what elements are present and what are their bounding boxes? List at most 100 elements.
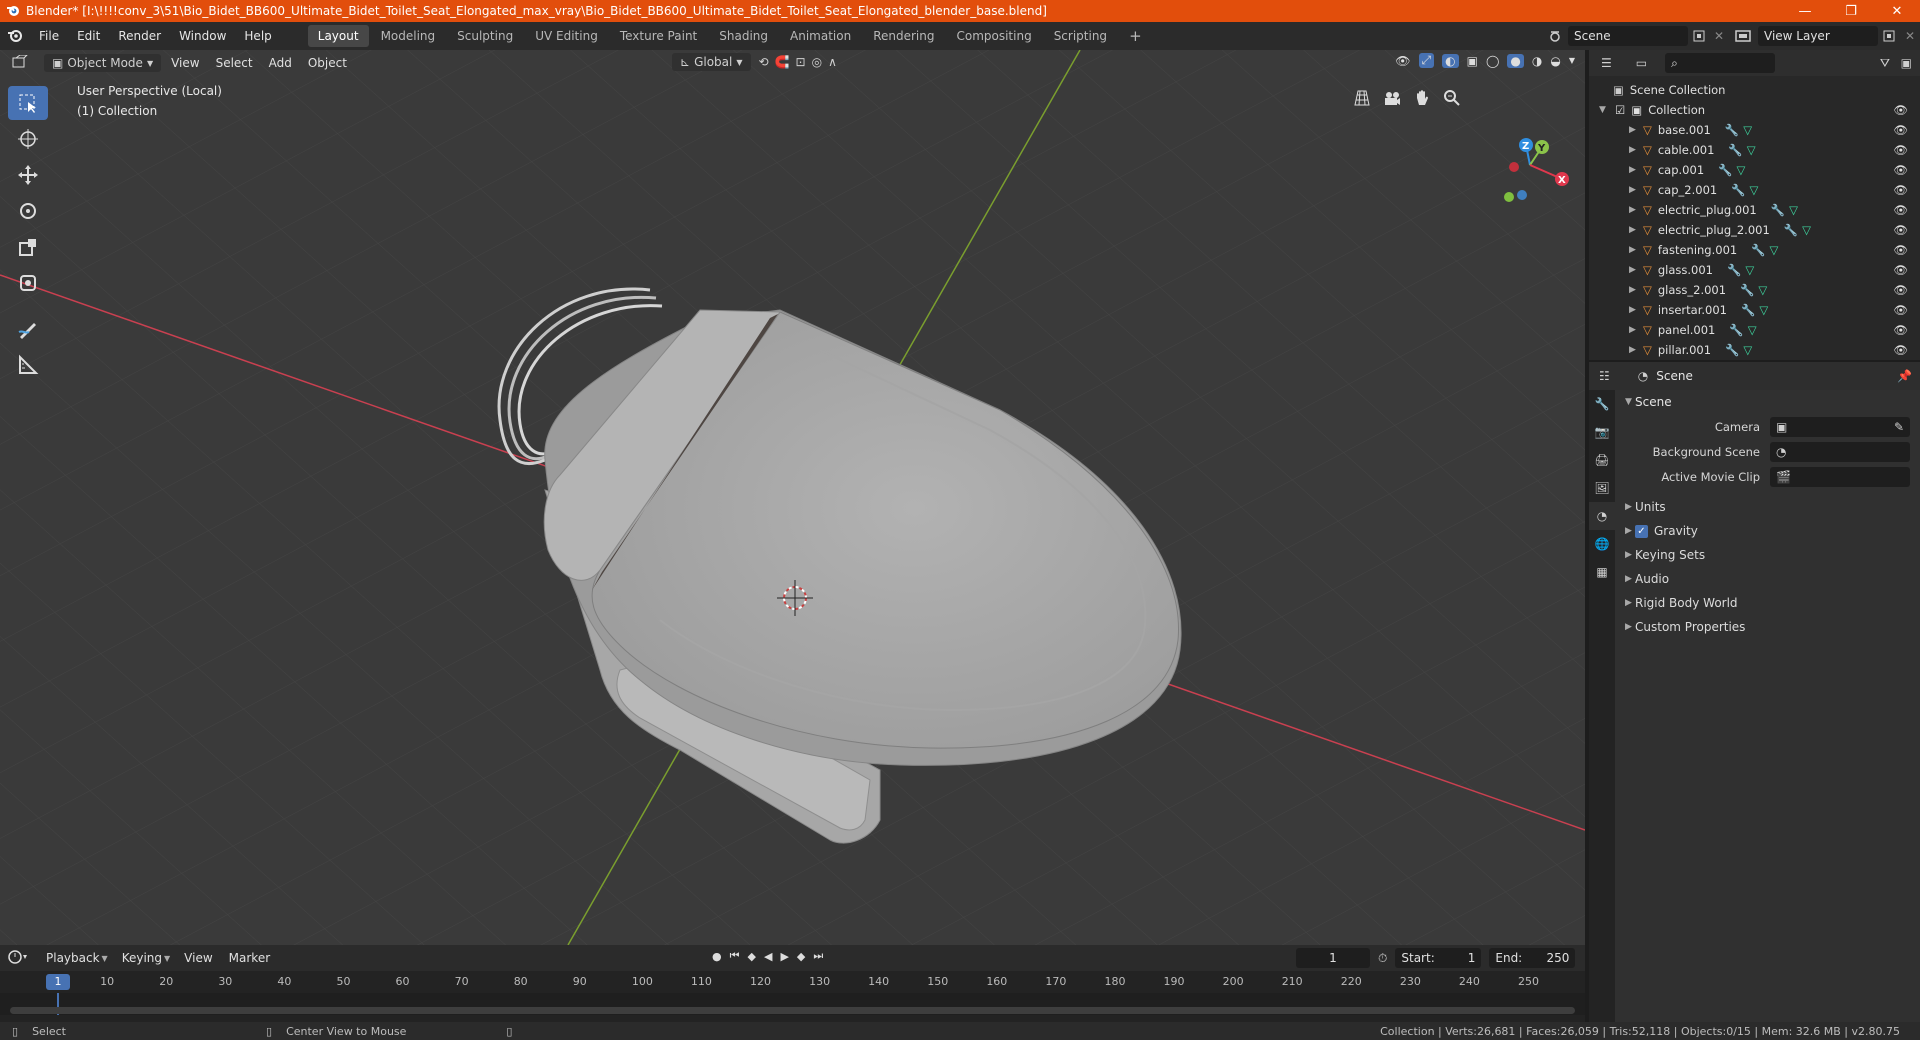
modifier-icon[interactable]: 🔧	[1725, 123, 1739, 137]
mesh-data-icon[interactable]: ▽	[1747, 143, 1756, 157]
rigid-body-world-panel[interactable]: ▶ Rigid Body World	[1617, 591, 1920, 615]
outliner-search-input[interactable]: ⌕	[1665, 53, 1776, 73]
menu-render[interactable]: Render	[109, 29, 170, 43]
playhead[interactable]: 1	[46, 974, 70, 990]
units-panel[interactable]: ▶ Units	[1617, 495, 1920, 519]
solid-shading-icon[interactable]: ●	[1507, 53, 1524, 68]
modifier-icon[interactable]: 🔧	[1727, 263, 1741, 277]
clock-icon[interactable]: ⏱	[1378, 951, 1387, 966]
expand-arrow-icon[interactable]: ▶	[1629, 265, 1639, 275]
texture-tab-icon[interactable]: ▦	[1589, 558, 1615, 586]
new-collection-icon[interactable]: ▣	[1901, 56, 1912, 70]
outliner-object-row[interactable]: ▶ ▽ cap_2.001 🔧 ▽ 👁	[1589, 180, 1920, 200]
collection-row[interactable]: ▼ ☑ ▣ Collection 👁	[1589, 100, 1920, 120]
outliner-object-row[interactable]: ▶ ▽ panel.001 🔧 ▽ 👁	[1589, 320, 1920, 340]
eye-icon[interactable]: 👁	[1893, 143, 1908, 157]
modifier-icon[interactable]: 🔧	[1784, 223, 1798, 237]
tab-texture-paint[interactable]: Texture Paint	[610, 25, 707, 47]
tab-rendering[interactable]: Rendering	[863, 25, 944, 47]
3d-viewport[interactable]: Z Y X ▣ Object Mode ▼ View Select Add Ob…	[0, 50, 1585, 945]
eye-icon[interactable]: 👁	[1893, 283, 1908, 297]
move-tool-icon[interactable]	[8, 158, 48, 192]
scene-browse-icon[interactable]	[1542, 29, 1568, 43]
outliner-object-row[interactable]: ▶ ▽ pillar.001 🔧 ▽ 👁	[1589, 340, 1920, 360]
tab-animation[interactable]: Animation	[780, 25, 861, 47]
eye-icon[interactable]: 👁	[1893, 183, 1908, 197]
mesh-data-icon[interactable]: ▽	[1743, 343, 1752, 357]
mesh-data-icon[interactable]: ▽	[1745, 263, 1754, 277]
menu-timeline-view[interactable]: View	[176, 951, 220, 965]
expand-arrow-icon[interactable]: ▶	[1629, 125, 1639, 135]
modifier-icon[interactable]: 🔧	[1751, 243, 1765, 257]
expand-arrow-icon[interactable]: ▶	[1629, 185, 1639, 195]
eye-icon[interactable]: 👁	[1893, 263, 1908, 277]
filter-icon[interactable]: ⛛	[1880, 56, 1890, 71]
outliner[interactable]: ☰ ▭ ⌕ ⛛ ▣ ▣ Scene Collection ▼ ☑ ▣ Colle…	[1589, 50, 1920, 360]
output-tab-icon[interactable]: 🖨	[1589, 446, 1615, 474]
timeline-scrollbar[interactable]	[10, 1007, 1575, 1014]
timeline-editor[interactable]: Playback ▼ Keying ▼ View Marker ● ⏮ ◆ ◀ …	[0, 945, 1585, 1022]
mode-dropdown[interactable]: ▣ Object Mode ▼	[44, 54, 162, 72]
end-frame-field[interactable]: End: 250	[1489, 948, 1576, 968]
view-layer-icon[interactable]	[1728, 29, 1758, 43]
snap-icon[interactable]: 🧲	[775, 55, 790, 69]
editor-type-icon[interactable]	[0, 53, 42, 74]
gravity-panel[interactable]: ▶ ✓ Gravity	[1617, 519, 1920, 543]
camera-view-icon[interactable]	[1377, 84, 1407, 112]
outliner-object-row[interactable]: ▶ ▽ glass.001 🔧 ▽ 👁	[1589, 260, 1920, 280]
close-button[interactable]: ✕	[1874, 0, 1920, 22]
tab-modeling[interactable]: Modeling	[371, 25, 446, 47]
expand-arrow-icon[interactable]: ▶	[1629, 285, 1639, 295]
scene-panel-header[interactable]: ▼ Scene	[1617, 390, 1920, 414]
modifier-icon[interactable]: 🔧	[1718, 163, 1732, 177]
pan-hand-icon[interactable]	[1407, 84, 1437, 112]
camera-field[interactable]: ▣ ✎	[1770, 416, 1910, 437]
eye-icon[interactable]: 👁	[1893, 243, 1908, 257]
select-box-tool-icon[interactable]	[8, 86, 48, 120]
jump-start-icon[interactable]: ⏮	[730, 949, 740, 963]
menu-keying[interactable]: Keying	[114, 951, 170, 965]
eyedropper-icon[interactable]: ✎	[1894, 420, 1904, 434]
modifier-icon[interactable]: 🔧	[1740, 283, 1754, 297]
mesh-data-icon[interactable]: ▽	[1789, 203, 1798, 217]
outliner-object-row[interactable]: ▶ ▽ electric_plug_2.001 🔧 ▽ 👁	[1589, 220, 1920, 240]
menu-object[interactable]: Object	[300, 54, 355, 72]
view-layer-tab-icon[interactable]: 🖼	[1589, 474, 1615, 502]
tool-tab-icon[interactable]: 🔧	[1589, 390, 1615, 418]
menu-playback[interactable]: Playback	[38, 951, 108, 965]
scene-collection-row[interactable]: ▣ Scene Collection	[1589, 80, 1920, 100]
tab-uv-editing[interactable]: UV Editing	[525, 25, 608, 47]
checkbox-icon[interactable]: ☑	[1615, 103, 1625, 117]
scene-tab-icon[interactable]: ◔	[1589, 502, 1615, 530]
background-scene-field[interactable]: ◔	[1770, 441, 1910, 462]
visibility-icon[interactable]: 👁	[1395, 54, 1410, 68]
modifier-icon[interactable]: 🔧	[1741, 303, 1755, 317]
viewport-scene[interactable]: Z Y X	[0, 50, 1585, 945]
wireframe-shading-icon[interactable]: ◯	[1486, 54, 1499, 68]
expand-arrow-icon[interactable]: ▶	[1629, 305, 1639, 315]
pivot-icon[interactable]: ⟲	[759, 55, 769, 69]
snap-target-icon[interactable]: ⊡	[796, 55, 806, 69]
modifier-icon[interactable]: 🔧	[1771, 203, 1785, 217]
expand-arrow-icon[interactable]: ▼	[1599, 105, 1609, 115]
expand-arrow-icon[interactable]: ▶	[1629, 165, 1639, 175]
outliner-object-row[interactable]: ▶ ▽ cap.001 🔧 ▽ 👁	[1589, 160, 1920, 180]
cursor-tool-icon[interactable]	[8, 122, 48, 156]
play-icon[interactable]: ▶	[780, 950, 788, 963]
play-reverse-icon[interactable]: ◀	[764, 950, 772, 963]
display-mode-icon[interactable]: ▭	[1636, 56, 1647, 70]
eye-icon[interactable]: 👁	[1893, 103, 1908, 117]
outliner-object-row[interactable]: ▶ ▽ cable.001 🔧 ▽ 👁	[1589, 140, 1920, 160]
overlay-toggle-icon[interactable]: ◐	[1442, 53, 1459, 68]
eye-icon[interactable]: 👁	[1893, 123, 1908, 137]
jump-end-icon[interactable]: ⏭	[813, 949, 823, 963]
gravity-checkbox[interactable]: ✓	[1635, 524, 1648, 538]
tab-sculpting[interactable]: Sculpting	[447, 25, 523, 47]
menu-view[interactable]: View	[163, 54, 207, 72]
proportional-edit-icon[interactable]: ◎	[812, 55, 822, 69]
pin-icon[interactable]: 📌	[1897, 369, 1912, 383]
gizmo-toggle-icon[interactable]: ⤢	[1418, 53, 1435, 68]
add-workspace-button[interactable]: +	[1119, 23, 1152, 49]
frame-ruler[interactable]: 1 10 20 30 40 50 60 70 80 90 100 110 120 130 140 150 16…	[0, 971, 1585, 993]
maximize-button[interactable]: ❐	[1828, 0, 1874, 22]
